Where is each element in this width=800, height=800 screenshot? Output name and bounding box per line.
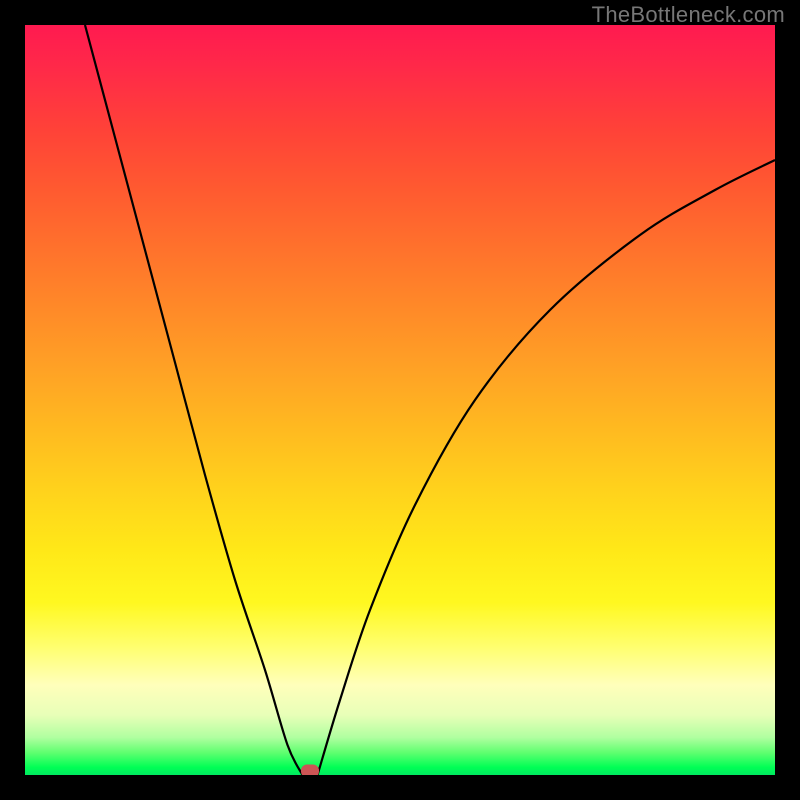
left-branch-curve bbox=[85, 25, 303, 775]
curve-svg bbox=[25, 25, 775, 775]
chart-container: TheBottleneck.com bbox=[0, 0, 800, 800]
plot-area bbox=[25, 25, 775, 775]
right-branch-curve bbox=[318, 160, 776, 775]
minimum-marker bbox=[301, 765, 319, 775]
